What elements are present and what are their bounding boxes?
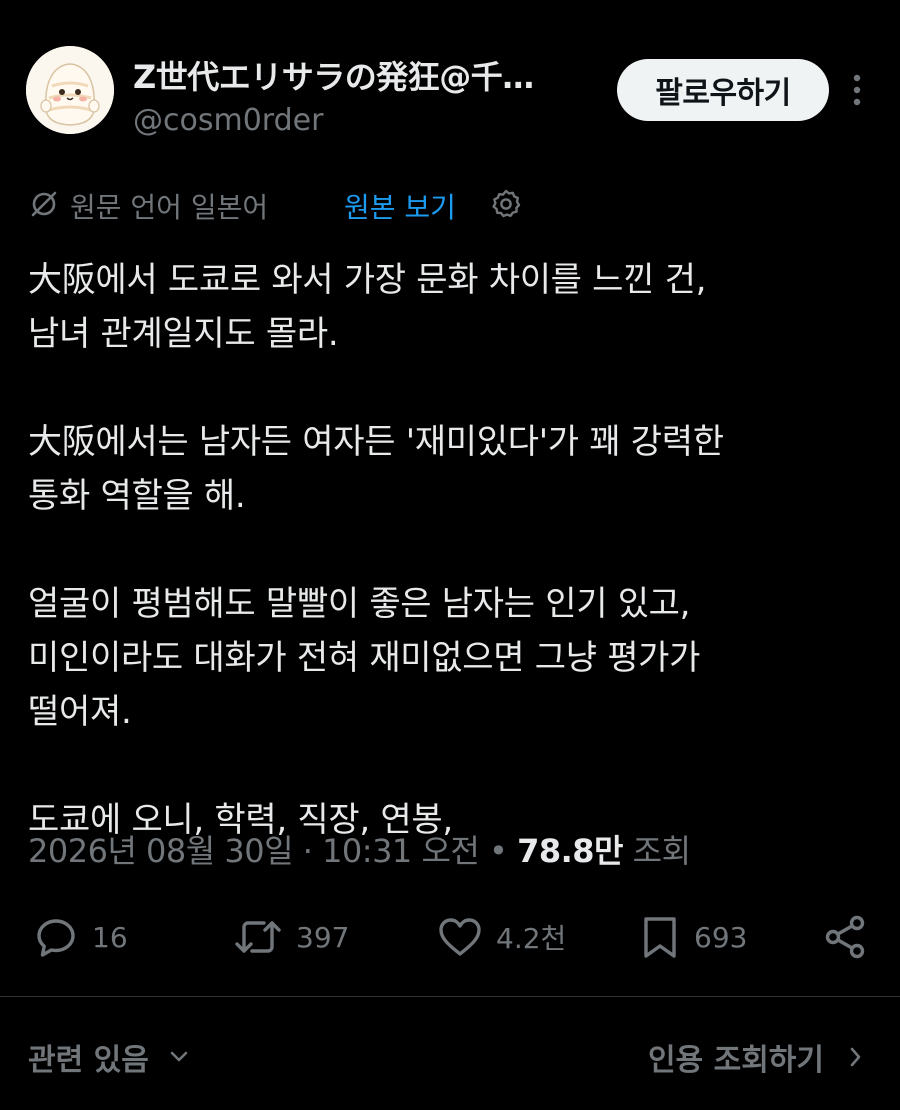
follow-button[interactable]: 팔로우하기 (617, 59, 829, 121)
more-vertical-icon[interactable] (842, 70, 872, 110)
translate-icon (28, 188, 60, 220)
share-icon (825, 915, 865, 959)
reply-count: 16 (92, 920, 128, 954)
show-original-link[interactable]: 원본 보기 (344, 186, 456, 226)
post-paragraph: 얼굴이 평범해도 말빨이 좋은 남자는 인기 있고, 미인이라도 대화가 전혀 … (28, 584, 701, 732)
related-dropdown[interactable]: 관련 있음 (28, 1035, 193, 1079)
reply-icon (37, 919, 75, 957)
translation-notice: 원문 언어 일본어 원본 보기 (28, 182, 888, 226)
repost-button[interactable]: 397 (232, 913, 349, 961)
view-count[interactable]: 78.8만 (517, 832, 623, 870)
repost-icon (235, 921, 281, 953)
bookmark-button[interactable]: 693 (638, 913, 747, 961)
related-label: 관련 있음 (28, 1043, 149, 1078)
gear-icon[interactable] (490, 188, 522, 220)
avatar[interactable] (26, 46, 114, 134)
like-button[interactable]: 4.2천 (436, 913, 566, 961)
post-paragraph: 大阪에서는 남자든 여자든 '재미있다'가 꽤 강력한 통화 역할을 해. (28, 422, 724, 516)
repost-count: 397 (296, 920, 350, 954)
bookmark-icon (644, 917, 676, 958)
post-time[interactable]: 10:31 오전 (322, 832, 480, 870)
action-bar: 16 397 4.2천 693 (0, 905, 900, 969)
chevron-down-icon (170, 1051, 188, 1062)
chibi-character-avatar (26, 46, 114, 134)
divider (0, 996, 900, 997)
reply-button[interactable]: 16 (32, 913, 128, 961)
meta-separator: · (302, 832, 313, 870)
author-handle[interactable]: @cosm0rder (133, 103, 323, 138)
translation-language-label: 원문 언어 일본어 (70, 191, 269, 224)
post-date[interactable]: 2026년 08월 30일 (28, 832, 294, 870)
view-quotes-label: 인용 조회하기 (647, 1043, 824, 1078)
post-header: Z世代エリサラの発狂@千… @cosm0rder 팔로우하기 (0, 0, 900, 170)
share-button[interactable] (822, 913, 870, 961)
meta-dot: • (489, 832, 508, 870)
like-count: 4.2천 (496, 922, 567, 955)
heart-icon (439, 918, 481, 956)
post-text: 大阪에서 도쿄로 와서 가장 문화 차이를 느낀 건, 남녀 관계일지도 몰라.… (28, 253, 880, 847)
bookmark-count: 693 (694, 920, 748, 954)
view-quotes-link[interactable]: 인용 조회하기 (648, 1035, 870, 1079)
post-metadata: 2026년 08월 30일 · 10:31 오전 • 78.8만 조회 (28, 826, 691, 872)
view-count-label: 조회 (632, 832, 691, 870)
post-paragraph: 大阪에서 도쿄로 와서 가장 문화 차이를 느낀 건, 남녀 관계일지도 몰라. (28, 260, 707, 354)
author-display-name[interactable]: Z世代エリサラの発狂@千… (133, 52, 534, 98)
chevron-right-icon (850, 1047, 861, 1067)
